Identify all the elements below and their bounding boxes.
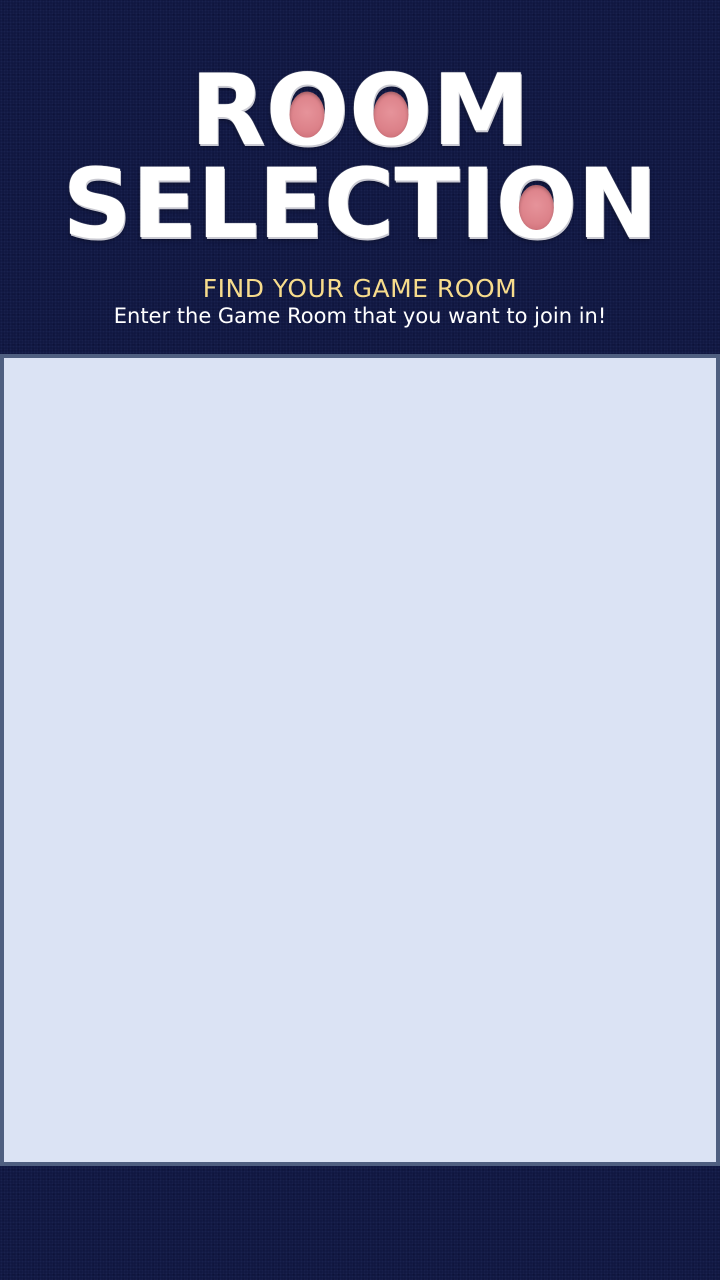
- title-dot-icon: [373, 91, 409, 138]
- title-letter: E: [131, 148, 198, 260]
- title-letter: C: [323, 148, 395, 260]
- title-letter: N: [577, 148, 658, 260]
- header: ROOM SELECTION FIND YOUR GAME ROOM Enter…: [0, 0, 720, 355]
- instruction-text: Enter the Game Room that you want to joi…: [113, 304, 607, 328]
- title-letter: S: [62, 148, 132, 260]
- subtitle: FIND YOUR GAME ROOM: [202, 274, 518, 303]
- title-letter: I: [459, 148, 496, 260]
- title-letter: T: [394, 148, 460, 260]
- title-letter: L: [197, 148, 259, 260]
- title-selection: SELECTION: [0, 150, 720, 258]
- room-list-panel[interactable]: [0, 354, 720, 1166]
- title-letter: O: [496, 150, 578, 258]
- title-letter: E: [258, 148, 324, 260]
- title-dot-icon: [519, 184, 554, 231]
- title-dot-icon: [289, 91, 325, 138]
